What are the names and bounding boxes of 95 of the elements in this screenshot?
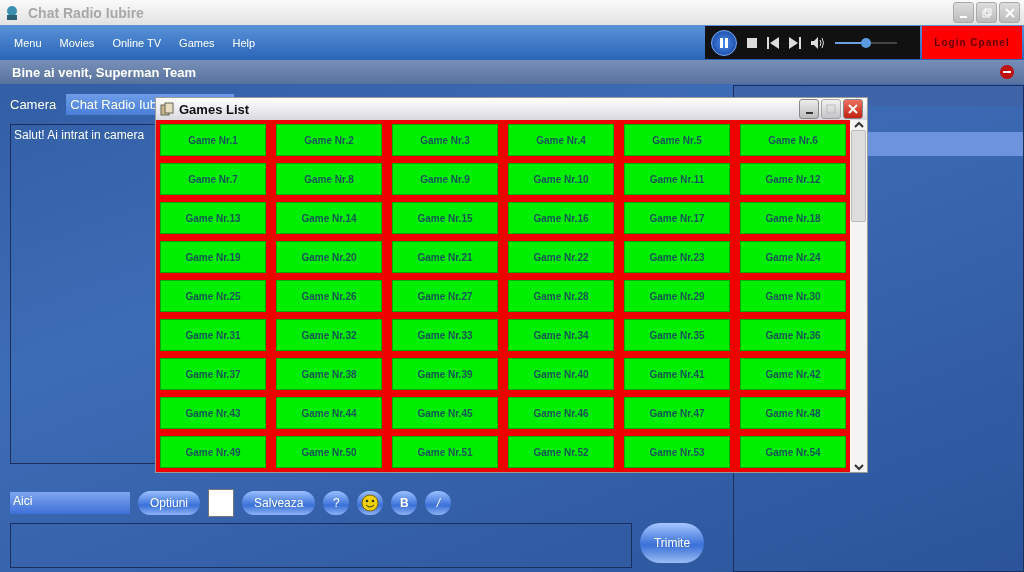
game-button[interactable]: Game Nr.16 xyxy=(508,202,614,234)
close-button[interactable] xyxy=(843,99,863,119)
restore-icon xyxy=(981,7,992,18)
game-button[interactable]: Game Nr.17 xyxy=(624,202,730,234)
game-button[interactable]: Game Nr.30 xyxy=(740,280,846,312)
status-icon xyxy=(1000,65,1014,79)
game-button[interactable]: Game Nr.27 xyxy=(392,280,498,312)
game-button[interactable]: Game Nr.28 xyxy=(508,280,614,312)
minimize-icon xyxy=(960,15,967,18)
emoji-button[interactable] xyxy=(357,491,384,515)
help-button[interactable]: ? xyxy=(323,491,350,515)
game-button[interactable]: Game Nr.18 xyxy=(740,202,846,234)
menu-item[interactable]: Online TV xyxy=(112,36,162,49)
game-button[interactable]: Game Nr.11 xyxy=(624,163,730,195)
close-icon xyxy=(1004,7,1015,18)
game-button[interactable]: Game Nr.22 xyxy=(508,241,614,273)
game-button[interactable]: Game Nr.21 xyxy=(392,241,498,273)
login-button[interactable]: Login Cpanel xyxy=(922,26,1022,59)
message-input[interactable] xyxy=(10,523,632,568)
game-button[interactable]: Game Nr.15 xyxy=(392,202,498,234)
game-button[interactable]: Game Nr.38 xyxy=(276,358,382,390)
chat-message: Salut! Ai intrat in camera xyxy=(14,128,145,142)
game-button[interactable]: Game Nr.4 xyxy=(508,124,614,156)
game-button[interactable]: Game Nr.36 xyxy=(740,319,846,351)
game-button[interactable]: Game Nr.50 xyxy=(276,436,382,468)
window-title: Chat Radio Iubire xyxy=(28,4,144,21)
camera-label: Camera xyxy=(10,96,57,112)
minimize-button[interactable] xyxy=(799,99,819,119)
game-button[interactable]: Game Nr.1 xyxy=(160,124,266,156)
game-button[interactable]: Game Nr.53 xyxy=(624,436,730,468)
pause-icon xyxy=(718,36,730,49)
menu-item[interactable]: Games xyxy=(179,36,215,49)
game-button[interactable]: Game Nr.23 xyxy=(624,241,730,273)
game-button[interactable]: Game Nr.48 xyxy=(740,397,846,429)
game-button[interactable]: Game Nr.26 xyxy=(276,280,382,312)
game-button[interactable]: Game Nr.43 xyxy=(160,397,266,429)
game-button[interactable]: Game Nr.6 xyxy=(740,124,846,156)
game-button[interactable]: Game Nr.54 xyxy=(740,436,846,468)
cards-icon xyxy=(160,102,174,116)
game-button[interactable]: Game Nr.40 xyxy=(508,358,614,390)
menu-item[interactable]: Menu xyxy=(14,36,42,49)
menu-item[interactable]: Help xyxy=(232,36,256,49)
game-button[interactable]: Game Nr.47 xyxy=(624,397,730,429)
game-button[interactable]: Game Nr.35 xyxy=(624,319,730,351)
scrollbar-thumb[interactable] xyxy=(851,130,866,222)
game-button[interactable]: Game Nr.8 xyxy=(276,163,382,195)
maximize-icon xyxy=(826,104,836,114)
game-button[interactable]: Game Nr.9 xyxy=(392,163,498,195)
game-button[interactable]: Game Nr.41 xyxy=(624,358,730,390)
next-icon[interactable] xyxy=(789,36,801,49)
italic-button[interactable]: / xyxy=(425,491,452,515)
game-button[interactable]: Game Nr.29 xyxy=(624,280,730,312)
color-picker[interactable] xyxy=(208,489,235,517)
font-dropdown[interactable]: Aici xyxy=(10,492,130,514)
scroll-down-icon[interactable] xyxy=(852,462,865,472)
game-button[interactable]: Game Nr.13 xyxy=(160,202,266,234)
game-button[interactable]: Game Nr.7 xyxy=(160,163,266,195)
game-button[interactable]: Game Nr.44 xyxy=(276,397,382,429)
stop-icon[interactable] xyxy=(747,37,757,48)
game-button[interactable]: Game Nr.2 xyxy=(276,124,382,156)
game-button[interactable]: Game Nr.42 xyxy=(740,358,846,390)
minimize-icon xyxy=(805,112,813,114)
save-button[interactable]: Salveaza xyxy=(242,491,316,515)
game-button[interactable]: Game Nr.5 xyxy=(624,124,730,156)
game-button[interactable]: Game Nr.49 xyxy=(160,436,266,468)
game-button[interactable]: Game Nr.32 xyxy=(276,319,382,351)
options-button[interactable]: Optiuni xyxy=(138,491,201,515)
volume-icon[interactable] xyxy=(811,36,825,49)
game-button[interactable]: Game Nr.31 xyxy=(160,319,266,351)
game-button[interactable]: Game Nr.51 xyxy=(392,436,498,468)
menu-item[interactable]: Movies xyxy=(59,36,95,49)
welcome-text: Bine ai venit, Superman Team xyxy=(12,64,196,80)
app-icon xyxy=(4,4,20,21)
game-button[interactable]: Game Nr.52 xyxy=(508,436,614,468)
game-button[interactable]: Game Nr.34 xyxy=(508,319,614,351)
game-button[interactable]: Game Nr.14 xyxy=(276,202,382,234)
game-button[interactable]: Game Nr.25 xyxy=(160,280,266,312)
game-button[interactable]: Game Nr.24 xyxy=(740,241,846,273)
game-button[interactable]: Game Nr.37 xyxy=(160,358,266,390)
game-button[interactable]: Game Nr.39 xyxy=(392,358,498,390)
bold-button[interactable]: B xyxy=(391,491,418,515)
scrollbar[interactable] xyxy=(850,120,867,472)
game-button[interactable]: Game Nr.20 xyxy=(276,241,382,273)
game-button[interactable]: Game Nr.10 xyxy=(508,163,614,195)
game-button[interactable]: Game Nr.46 xyxy=(508,397,614,429)
scroll-up-icon[interactable] xyxy=(852,120,865,130)
game-button[interactable]: Game Nr.12 xyxy=(740,163,846,195)
game-button[interactable]: Game Nr.45 xyxy=(392,397,498,429)
previous-icon[interactable] xyxy=(767,36,779,49)
game-button[interactable]: Game Nr.3 xyxy=(392,124,498,156)
send-button[interactable]: Trimite xyxy=(640,523,704,563)
game-button[interactable]: Game Nr.19 xyxy=(160,241,266,273)
close-icon xyxy=(848,104,858,114)
pause-button[interactable] xyxy=(711,29,737,56)
game-button[interactable]: Game Nr.33 xyxy=(392,319,498,351)
